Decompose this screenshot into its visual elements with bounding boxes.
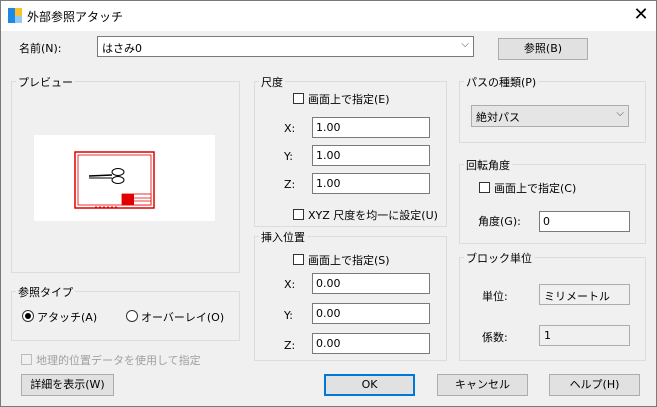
scale-z-label: Z: — [284, 178, 296, 191]
insertion-y-label: Y: — [284, 309, 293, 322]
scale-z-value: 1.00 — [316, 177, 341, 190]
insertion-x-label: X: — [284, 278, 296, 291]
scale-x-value: 1.00 — [316, 121, 341, 134]
insertion-y-value: 0.00 — [316, 307, 341, 320]
app-icon — [8, 8, 22, 23]
unit-label: 単位: — [482, 290, 508, 303]
factor-value: 1 — [544, 329, 551, 342]
radio-selected-dot — [25, 313, 31, 319]
attach-label: アタッチ(A) — [37, 311, 98, 324]
title-bar: 外部参照アタッチ ✕ — [1, 1, 656, 31]
scale-x-label: X: — [284, 122, 296, 135]
window-title: 外部参照アタッチ — [27, 10, 124, 24]
reference-type-label: 参照タイプ — [16, 284, 75, 300]
scale-y-value: 1.00 — [316, 149, 341, 162]
preview-canvas — [34, 135, 215, 221]
close-icon[interactable]: ✕ — [627, 3, 655, 27]
scale-y-input[interactable]: 1.00 — [312, 145, 430, 166]
preview-drawing — [74, 151, 155, 209]
path-type-combo[interactable]: 絶対パス ⌵ — [471, 105, 629, 127]
browse-button[interactable]: 参照(B) — [498, 38, 588, 60]
factor-label: 係数: — [482, 331, 508, 344]
attach-radio[interactable] — [22, 310, 34, 322]
path-type-label: パスの種類(P) — [464, 74, 539, 90]
help-button[interactable]: ヘルプ(H) — [549, 374, 640, 396]
scale-z-input[interactable]: 1.00 — [312, 173, 430, 194]
rotation-specify-checkbox[interactable] — [479, 182, 490, 193]
rotation-specify-label: 画面上で指定(C) — [494, 182, 577, 195]
insertion-x-value: 0.00 — [316, 277, 341, 290]
insertion-z-input[interactable]: 0.00 — [312, 333, 430, 354]
block-unit-label: ブロック単位 — [464, 250, 534, 266]
ok-button[interactable]: OK — [324, 374, 415, 396]
path-type-value: 絶対パス — [476, 111, 520, 124]
preview-label: プレビュー — [16, 74, 75, 90]
insertion-z-label: Z: — [284, 339, 296, 352]
name-label: 名前(N): — [19, 42, 62, 55]
insertion-specify-label: 画面上で指定(S) — [308, 254, 390, 267]
insertion-y-input[interactable]: 0.00 — [312, 303, 430, 324]
scale-x-input[interactable]: 1.00 — [312, 117, 430, 138]
uniform-scale-label: XYZ 尺度を均一に設定(U) — [308, 209, 438, 222]
rotation-group — [459, 164, 646, 244]
insertion-x-input[interactable]: 0.00 — [312, 273, 430, 294]
geo-checkbox[interactable] — [21, 354, 32, 365]
xref-attach-dialog: 外部参照アタッチ ✕ 名前(N): はさみ0 ⌵ 参照(B) プレビュー 尺度 … — [0, 0, 657, 407]
insertion-label: 挿入位置 — [259, 229, 307, 245]
unit-value: ミリメートル — [544, 290, 610, 303]
angle-label: 角度(G): — [478, 215, 521, 228]
angle-value: 0 — [543, 215, 550, 228]
scale-label: 尺度 — [259, 74, 285, 90]
geo-label: 地理的位置データを使用して指定 — [36, 354, 201, 367]
angle-input[interactable]: 0 — [539, 211, 630, 232]
details-button[interactable]: 詳細を表示(W) — [21, 374, 114, 396]
overlay-label: オーバーレイ(O) — [141, 311, 225, 324]
name-combo[interactable]: はさみ0 ⌵ — [97, 36, 474, 57]
insertion-z-value: 0.00 — [316, 337, 341, 350]
scale-y-label: Y: — [284, 150, 293, 163]
chevron-down-icon: ⌵ — [461, 39, 469, 50]
name-value: はさみ0 — [102, 42, 142, 55]
uniform-scale-checkbox[interactable] — [293, 209, 304, 220]
insertion-specify-checkbox[interactable] — [293, 254, 304, 265]
scale-specify-checkbox[interactable] — [293, 93, 304, 104]
overlay-radio[interactable] — [126, 310, 138, 322]
cancel-button[interactable]: キャンセル — [437, 374, 528, 396]
chevron-down-icon: ⌵ — [616, 108, 624, 119]
rotation-label: 回転角度 — [464, 157, 512, 173]
scale-specify-label: 画面上で指定(E) — [308, 93, 390, 106]
factor-readonly: 1 — [539, 325, 630, 346]
unit-readonly: ミリメートル — [539, 284, 630, 305]
